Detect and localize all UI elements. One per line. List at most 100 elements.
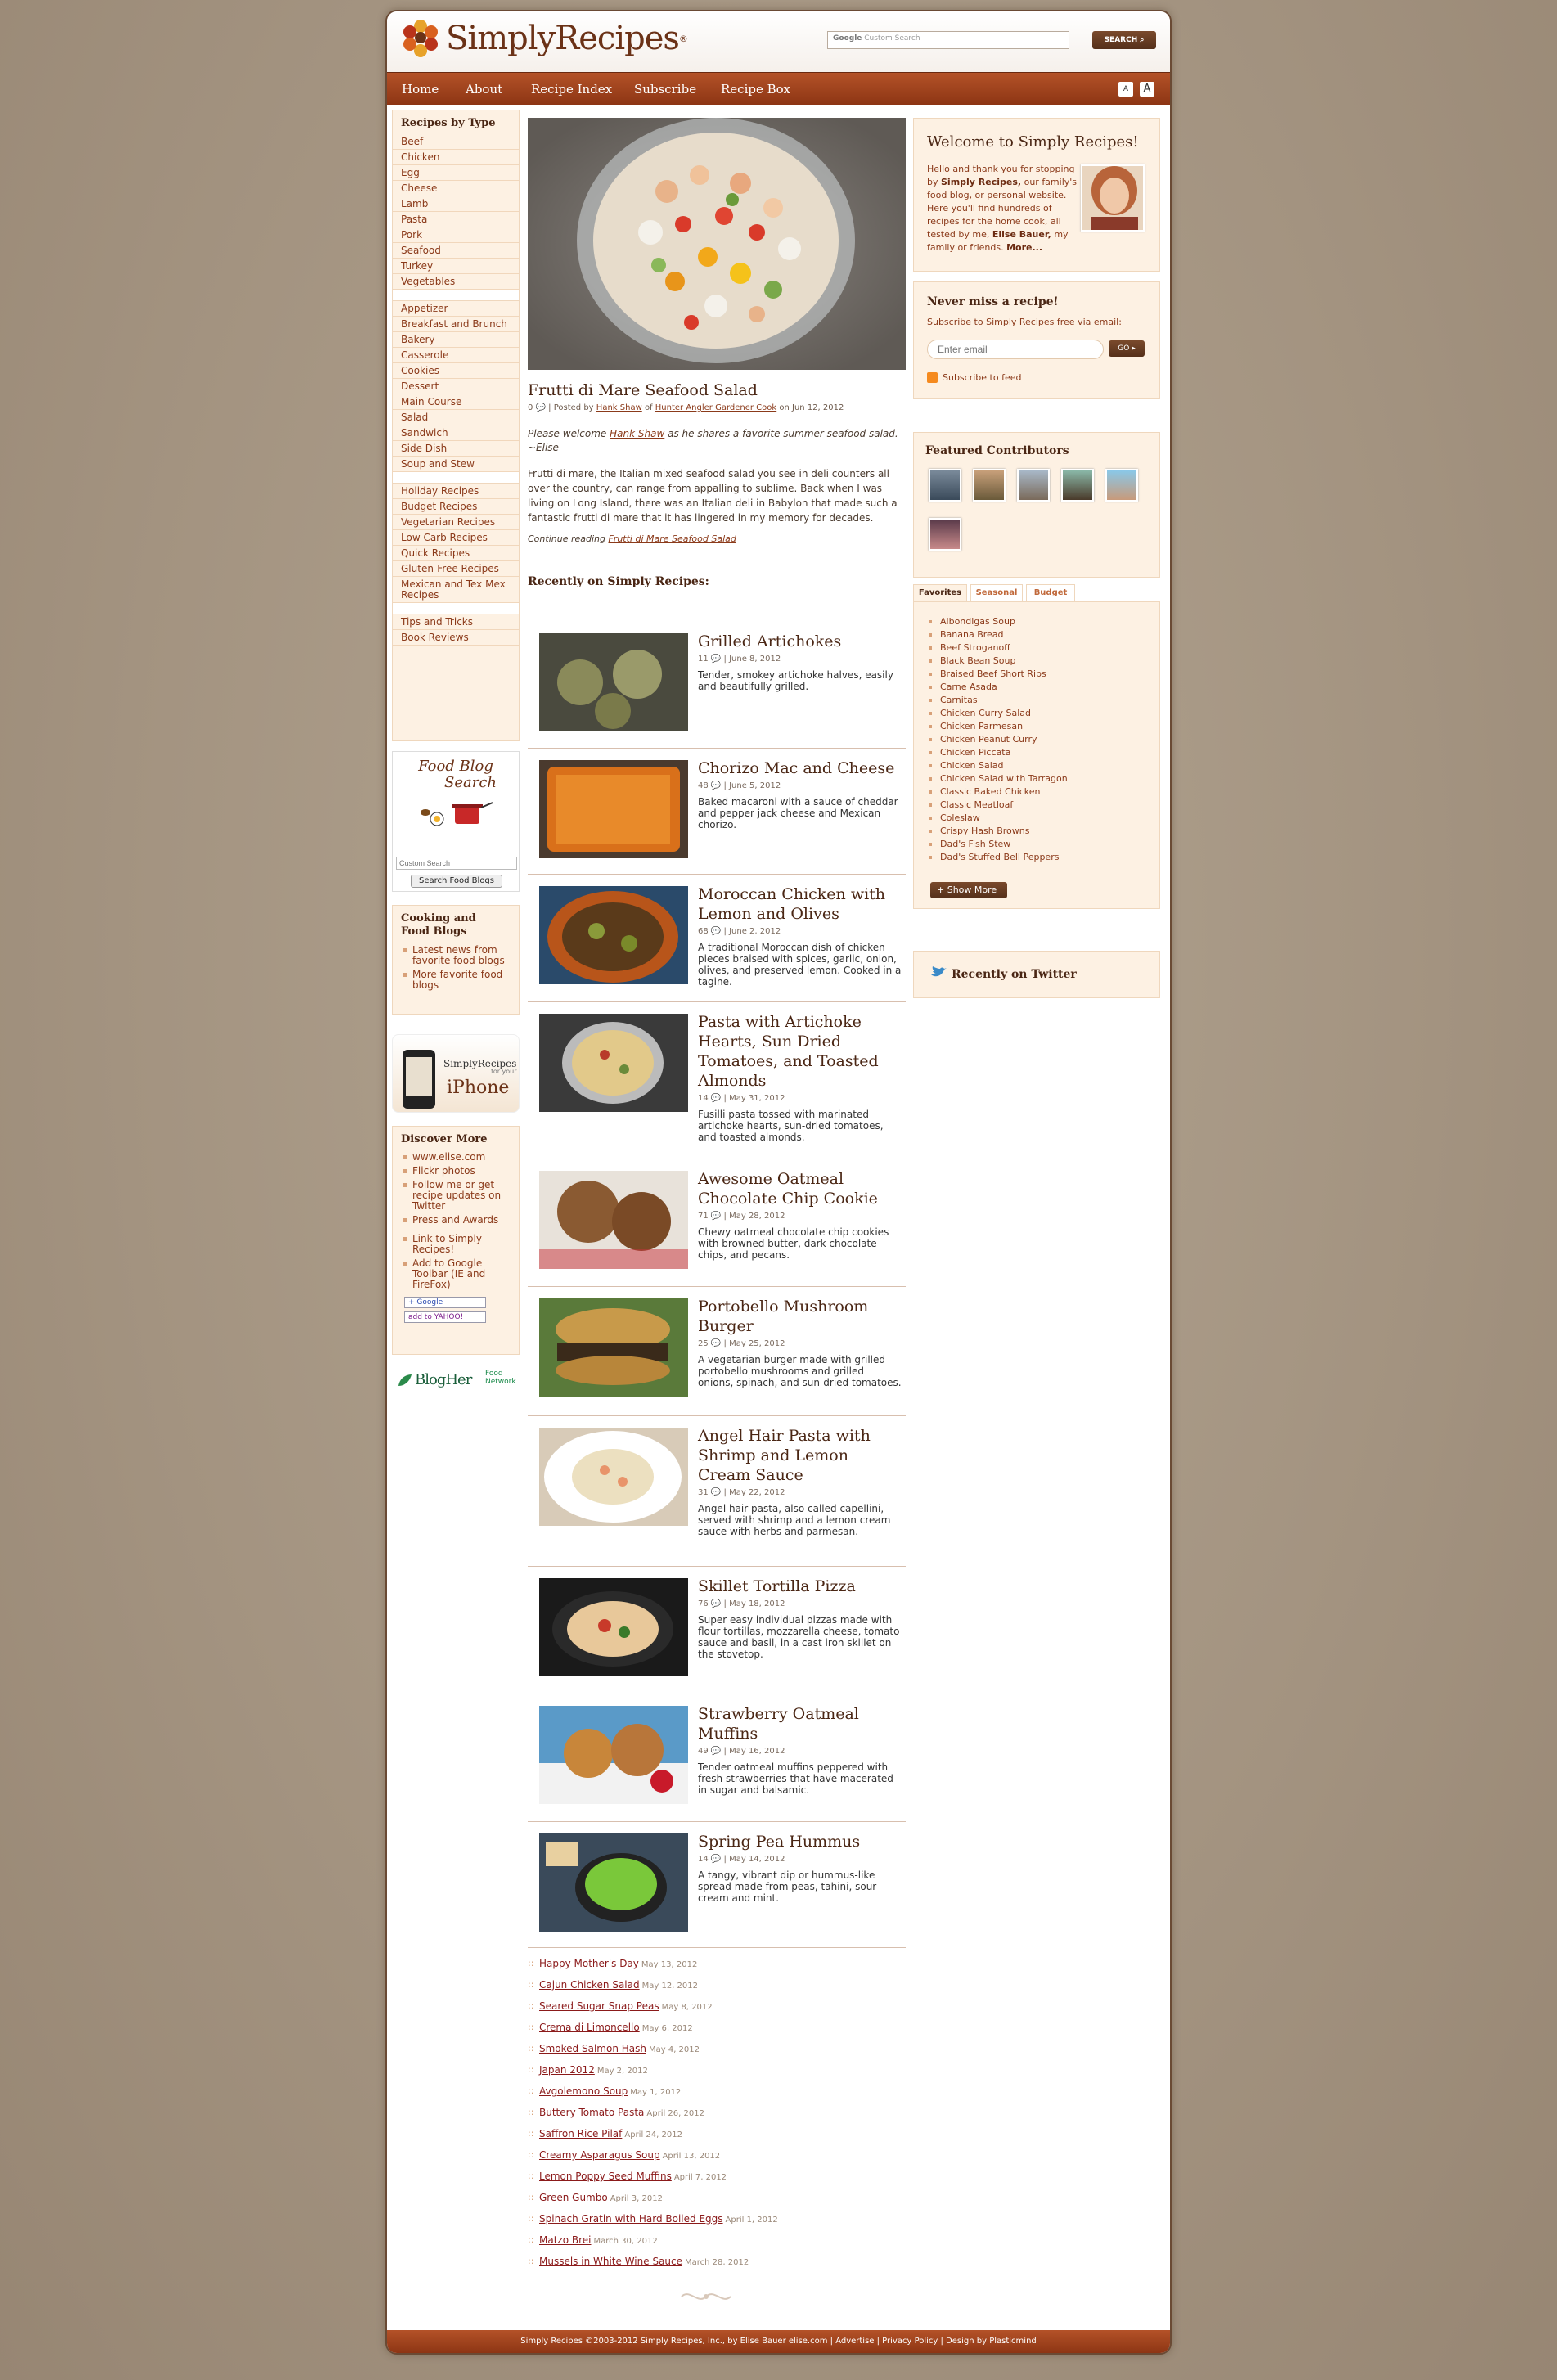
older-post-item[interactable]: Green GumboApril 3, 2012 [528,2192,906,2213]
site-logo[interactable]: SimplyRecipes ® [402,20,688,57]
recent-post[interactable]: Moroccan Chicken with Lemon and Olives 6… [528,874,906,1001]
search-food-blogs-button[interactable]: Search Food Blogs [411,875,502,888]
post-title[interactable]: Portobello Mushroom Burger 25 💬 | May 25… [698,1297,902,1388]
featured-author-link[interactable]: Hank Shaw [596,403,642,412]
featured-site-link[interactable]: Hunter Angler Gardener Cook [655,403,776,412]
older-post-item[interactable]: Mussels in White Wine SauceMarch 28, 201… [528,2256,906,2277]
recent-post[interactable]: Angel Hair Pasta with Shrimp and Lemon C… [528,1415,906,1566]
post-title[interactable]: Strawberry Oatmeal Muffins 49 💬 | May 16… [698,1704,902,1796]
discover-item-google-toolbar[interactable]: Add to Google Toolbar (IE and FireFox) [393,1257,519,1292]
sidebar-item-bakery[interactable]: Bakery [393,332,519,348]
post-thumbnail[interactable] [539,886,688,984]
older-post-item[interactable]: Avgolemono SoupMay 1, 2012 [528,2085,906,2107]
email-field[interactable] [927,340,1104,359]
sidebar-item-appetizer[interactable]: Appetizer [393,301,519,317]
subscribe-go-button[interactable]: GO ▸ [1109,340,1145,357]
older-post-item[interactable]: Crema di LimoncelloMay 6, 2012 [528,2022,906,2043]
contributor-avatar[interactable] [1061,469,1094,502]
recent-post[interactable]: Spring Pea Hummus 14 💬 | May 14, 2012 A … [528,1821,906,1947]
add-to-yahoo-button[interactable]: add to YAHOO! [404,1311,486,1323]
post-thumbnail[interactable] [539,1171,688,1269]
search-button[interactable]: SEARCH ⌕ [1092,31,1156,49]
favorite-item[interactable]: Beef Stroganoff [914,641,1159,655]
tab-seasonal[interactable]: Seasonal [970,584,1023,602]
favorite-item[interactable]: Chicken Curry Salad [914,707,1159,720]
cooking-blogs-item[interactable]: Latest news from favorite food blogs [393,943,519,968]
sidebar-item-chicken[interactable]: Chicken [393,150,519,165]
older-post-item[interactable]: Happy Mother's DayMay 13, 2012 [528,1958,906,1979]
older-post-item[interactable]: Saffron Rice PilafApril 24, 2012 [528,2128,906,2149]
discover-item-link[interactable]: Link to Simply Recipes! [393,1232,519,1257]
sidebar-item-cheese[interactable]: Cheese [393,181,519,196]
post-title[interactable]: Spring Pea Hummus 14 💬 | May 14, 2012 A … [698,1832,902,1904]
favorite-item[interactable]: Dad's Fish Stew [914,838,1159,851]
font-larger-button[interactable]: A [1140,82,1154,97]
favorite-item[interactable]: Classic Meatloaf [914,799,1159,812]
older-post-item[interactable]: Creamy Asparagus SoupApril 13, 2012 [528,2149,906,2171]
sidebar-item-mexican[interactable]: Mexican and Tex Mex Recipes [393,577,519,603]
sidebar-item-low-carb[interactable]: Low Carb Recipes [393,530,519,546]
contributor-avatar[interactable] [929,469,961,502]
sidebar-item-dessert[interactable]: Dessert [393,379,519,394]
post-title[interactable]: Grilled Artichokes 11 💬 | June 8, 2012 T… [698,632,902,692]
continue-reading-link[interactable]: Frutti di Mare Seafood Salad [608,533,736,544]
post-thumbnail[interactable] [539,1578,688,1676]
post-thumbnail[interactable] [539,1428,688,1526]
show-more-button[interactable]: + Show More [930,882,1007,898]
older-post-item[interactable]: Lemon Poppy Seed MuffinsApril 7, 2012 [528,2171,906,2192]
older-post-item[interactable]: Cajun Chicken SaladMay 12, 2012 [528,1979,906,2000]
recent-post[interactable]: Skillet Tortilla Pizza 76 💬 | May 18, 20… [528,1566,906,1694]
sidebar-item-budget[interactable]: Budget Recipes [393,499,519,515]
contributor-avatar[interactable] [973,469,1006,502]
iphone-app-promo[interactable]: SimplyRecipes for your iPhone [392,1034,520,1113]
nav-about[interactable]: About [466,73,502,106]
tab-favorites[interactable]: Favorites [913,584,967,602]
contributor-avatar[interactable] [929,518,961,551]
sidebar-item-main-course[interactable]: Main Course [393,394,519,410]
recent-post[interactable]: Chorizo Mac and Cheese 48 💬 | June 5, 20… [528,748,906,874]
sidebar-item-turkey[interactable]: Turkey [393,259,519,274]
subscribe-feed-link[interactable]: Subscribe to feed [927,372,1021,383]
favorite-item[interactable]: Braised Beef Short Ribs [914,668,1159,681]
favorite-item[interactable]: Albondigas Soup [914,615,1159,628]
sidebar-item-soup-stew[interactable]: Soup and Stew [393,457,519,472]
recent-post[interactable]: Pasta with Artichoke Hearts, Sun Dried T… [528,1001,906,1159]
contributor-avatar[interactable] [1105,469,1138,502]
sidebar-item-vegetarian[interactable]: Vegetarian Recipes [393,515,519,530]
recent-post[interactable]: Awesome Oatmeal Chocolate Chip Cookie 71… [528,1159,906,1286]
favorite-item[interactable]: Chicken Parmesan [914,720,1159,733]
favorite-item[interactable]: Coleslaw [914,812,1159,825]
sidebar-item-lamb[interactable]: Lamb [393,196,519,212]
featured-comment-count[interactable]: 0 [528,403,533,412]
sidebar-item-beef[interactable]: Beef [393,134,519,150]
sidebar-item-casserole[interactable]: Casserole [393,348,519,363]
cooking-blogs-item[interactable]: More favorite food blogs [393,968,519,992]
sidebar-item-breakfast[interactable]: Breakfast and Brunch [393,317,519,332]
nav-subscribe[interactable]: Subscribe [634,73,696,106]
post-title[interactable]: Chorizo Mac and Cheese 48 💬 | June 5, 20… [698,758,902,830]
favorite-item[interactable]: Classic Baked Chicken [914,785,1159,799]
font-smaller-button[interactable]: A [1118,82,1133,97]
welcome-more-link[interactable]: More... [1006,242,1042,253]
sidebar-item-egg[interactable]: Egg [393,165,519,181]
sidebar-item-salad[interactable]: Salad [393,410,519,425]
sidebar-item-gluten-free[interactable]: Gluten-Free Recipes [393,561,519,577]
older-post-item[interactable]: Japan 2012May 2, 2012 [528,2064,906,2085]
favorite-item[interactable]: Chicken Piccata [914,746,1159,759]
search-input[interactable]: Google Custom Search [827,31,1069,49]
nav-home[interactable]: Home [402,73,439,106]
sidebar-item-quick[interactable]: Quick Recipes [393,546,519,561]
favorite-item[interactable]: Chicken Salad [914,759,1159,772]
recent-post[interactable]: Portobello Mushroom Burger 25 💬 | May 25… [528,1286,906,1415]
featured-title[interactable]: Frutti di Mare Seafood Salad [528,381,906,399]
older-post-item[interactable]: Spinach Gratin with Hard Boiled EggsApri… [528,2213,906,2234]
sidebar-item-side-dish[interactable]: Side Dish [393,441,519,457]
sidebar-item-cookies[interactable]: Cookies [393,363,519,379]
sidebar-item-sandwich[interactable]: Sandwich [393,425,519,441]
add-to-google-button[interactable]: + Google [404,1297,486,1308]
tab-budget[interactable]: Budget [1026,584,1075,602]
favorite-item[interactable]: Black Bean Soup [914,655,1159,668]
recent-post[interactable]: Grilled Artichokes 11 💬 | June 8, 2012 T… [528,622,906,748]
older-post-item[interactable]: Buttery Tomato PastaApril 26, 2012 [528,2107,906,2128]
food-blog-search-input[interactable] [396,857,517,870]
